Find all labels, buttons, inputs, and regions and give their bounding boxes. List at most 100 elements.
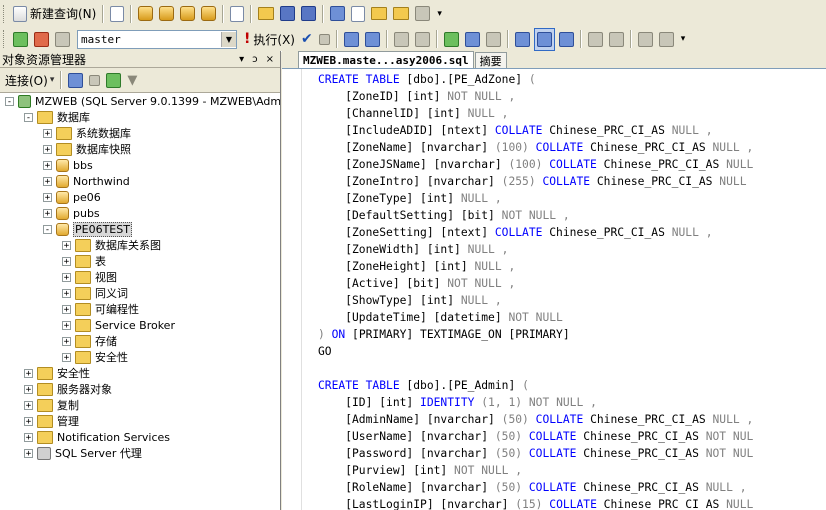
tree-node[interactable]: + Northwind bbox=[43, 173, 130, 189]
xmla-query-button[interactable] bbox=[199, 3, 218, 24]
collapse-icon[interactable]: - bbox=[43, 224, 52, 234]
tree-node[interactable]: - 数据库 bbox=[24, 109, 90, 125]
tree-node[interactable]: + Notification Services bbox=[24, 429, 170, 445]
toolbar-grip[interactable] bbox=[3, 4, 7, 23]
expand-icon[interactable]: + bbox=[43, 144, 52, 154]
tree-node[interactable]: + pubs bbox=[43, 205, 100, 221]
save-all-button[interactable] bbox=[299, 3, 318, 24]
tree-node[interactable]: + 复制 bbox=[24, 397, 79, 413]
tree-node[interactable]: + 安全性 bbox=[24, 365, 90, 381]
tree-node[interactable]: + 系统数据库 bbox=[43, 125, 131, 141]
execute-button[interactable]: ! 执行(X) bbox=[242, 29, 297, 50]
summary-button[interactable] bbox=[349, 3, 367, 24]
tree-node[interactable]: + bbs bbox=[43, 157, 93, 173]
tab-summary[interactable]: 摘要 bbox=[474, 52, 507, 68]
template-explorer-button[interactable] bbox=[391, 3, 411, 24]
expand-icon[interactable]: + bbox=[24, 448, 33, 458]
query-options-button[interactable] bbox=[363, 29, 382, 50]
tree-node[interactable]: + 存储 bbox=[62, 333, 117, 349]
tree-node[interactable]: + SQL Server 代理 bbox=[24, 445, 142, 461]
new-query-button[interactable]: 新建查询(N) bbox=[11, 3, 98, 24]
decrease-indent-button[interactable] bbox=[636, 29, 655, 50]
connect-button[interactable] bbox=[11, 29, 30, 50]
tree-node[interactable]: + pe06 bbox=[43, 189, 101, 205]
expand-icon[interactable]: + bbox=[24, 368, 33, 378]
increase-indent-button[interactable] bbox=[657, 29, 676, 50]
comment-out-button[interactable] bbox=[586, 29, 605, 50]
new-file-button[interactable] bbox=[108, 3, 126, 24]
filter-button[interactable]: ▼ bbox=[125, 70, 139, 91]
collapse-icon[interactable]: - bbox=[24, 112, 33, 122]
expand-icon[interactable]: + bbox=[62, 336, 71, 346]
expand-icon[interactable]: + bbox=[62, 240, 71, 250]
results-to-file-button[interactable] bbox=[557, 29, 576, 50]
toolbar-overflow-icon[interactable]: ▾ bbox=[437, 9, 442, 19]
uncomment-button[interactable] bbox=[607, 29, 626, 50]
display-estimated-plan-button[interactable] bbox=[342, 29, 361, 50]
pin-icon[interactable]: ↄ bbox=[252, 54, 258, 65]
registered-servers-button[interactable] bbox=[328, 3, 347, 24]
dropdown-arrow-icon[interactable]: ▾ bbox=[239, 54, 244, 65]
design-query-button[interactable] bbox=[392, 29, 411, 50]
results-to-text-button[interactable] bbox=[484, 29, 503, 50]
expand-icon[interactable]: + bbox=[24, 416, 33, 426]
expand-icon[interactable]: + bbox=[62, 256, 71, 266]
expand-icon[interactable]: + bbox=[62, 272, 71, 282]
tree-node[interactable]: + 视图 bbox=[62, 269, 117, 285]
include-actual-plan-button[interactable] bbox=[442, 29, 461, 50]
tab-query-file[interactable]: MZWEB.maste...asy2006.sql bbox=[298, 51, 474, 68]
connect-object-explorer-button[interactable] bbox=[66, 70, 85, 91]
code-token: Chinese_PRC_CI_AS bbox=[596, 498, 727, 510]
expand-icon[interactable]: + bbox=[24, 432, 33, 442]
parse-button[interactable]: ✔ bbox=[299, 29, 315, 50]
tree-node[interactable]: - PE06TEST bbox=[43, 221, 132, 237]
open-file-button[interactable] bbox=[256, 3, 276, 24]
query-editor[interactable]: CREATE TABLE [dbo].[PE_AdZone] ( [ZoneID… bbox=[282, 69, 826, 510]
results-to-text-toggle[interactable] bbox=[513, 29, 532, 50]
expand-icon[interactable]: + bbox=[43, 128, 52, 138]
tree-node[interactable]: + 可编程性 bbox=[62, 301, 139, 317]
close-icon[interactable]: × bbox=[266, 54, 274, 65]
dropdown-arrow-icon[interactable]: ▼ bbox=[221, 31, 236, 47]
database-engine-query-button[interactable] bbox=[136, 3, 155, 24]
tree-node[interactable]: - MZWEB (SQL Server 9.0.1399 - MZWEB\Admi… bbox=[5, 93, 280, 109]
expand-icon[interactable]: + bbox=[43, 160, 52, 170]
disconnect-button[interactable] bbox=[32, 29, 51, 50]
expand-icon[interactable]: + bbox=[24, 384, 33, 394]
collapse-icon[interactable]: - bbox=[5, 96, 14, 106]
analysis-services-dmx-query-button[interactable] bbox=[178, 3, 197, 24]
change-connection-button[interactable] bbox=[53, 29, 72, 50]
toolbar-grip[interactable] bbox=[3, 30, 7, 48]
tree-node[interactable]: + 同义词 bbox=[62, 285, 128, 301]
expand-icon[interactable]: + bbox=[62, 288, 71, 298]
refresh-button[interactable] bbox=[104, 70, 123, 91]
cancel-query-button[interactable] bbox=[317, 29, 332, 50]
tree-node[interactable]: + 数据库快照 bbox=[43, 141, 131, 157]
tree-node[interactable]: + 管理 bbox=[24, 413, 79, 429]
sql-mobile-query-button[interactable] bbox=[228, 3, 246, 24]
expand-icon[interactable]: + bbox=[62, 352, 71, 362]
expand-icon[interactable]: + bbox=[43, 176, 52, 186]
tree-node[interactable]: + 安全性 bbox=[62, 349, 128, 365]
specify-template-values-button[interactable] bbox=[413, 29, 432, 50]
expand-icon[interactable]: + bbox=[43, 192, 52, 202]
object-explorer-button[interactable] bbox=[369, 3, 389, 24]
tree-node[interactable]: + 表 bbox=[62, 253, 106, 269]
expand-icon[interactable]: + bbox=[24, 400, 33, 410]
expand-icon[interactable]: + bbox=[62, 304, 71, 314]
tree-node[interactable]: + 数据库关系图 bbox=[62, 237, 161, 253]
analysis-services-mdx-query-button[interactable] bbox=[157, 3, 176, 24]
tree-node[interactable]: + 服务器对象 bbox=[24, 381, 112, 397]
properties-window-button[interactable] bbox=[413, 3, 432, 24]
expand-icon[interactable]: + bbox=[43, 208, 52, 218]
available-databases-dropdown[interactable]: master ▼ bbox=[77, 29, 237, 49]
toolbar-overflow-icon[interactable]: ▾ bbox=[681, 34, 686, 44]
sql-code[interactable]: CREATE TABLE [dbo].[PE_AdZone] ( [ZoneID… bbox=[318, 71, 826, 510]
expand-icon[interactable]: + bbox=[62, 320, 71, 330]
connect-dropdown-button[interactable]: 连接(O) ▾ bbox=[3, 70, 56, 91]
disconnect-object-explorer-button[interactable] bbox=[87, 70, 102, 91]
save-button[interactable] bbox=[278, 3, 297, 24]
results-to-grid-toggle[interactable] bbox=[533, 27, 555, 51]
include-client-statistics-button[interactable] bbox=[463, 29, 482, 50]
tree-node[interactable]: + Service Broker bbox=[62, 317, 175, 333]
